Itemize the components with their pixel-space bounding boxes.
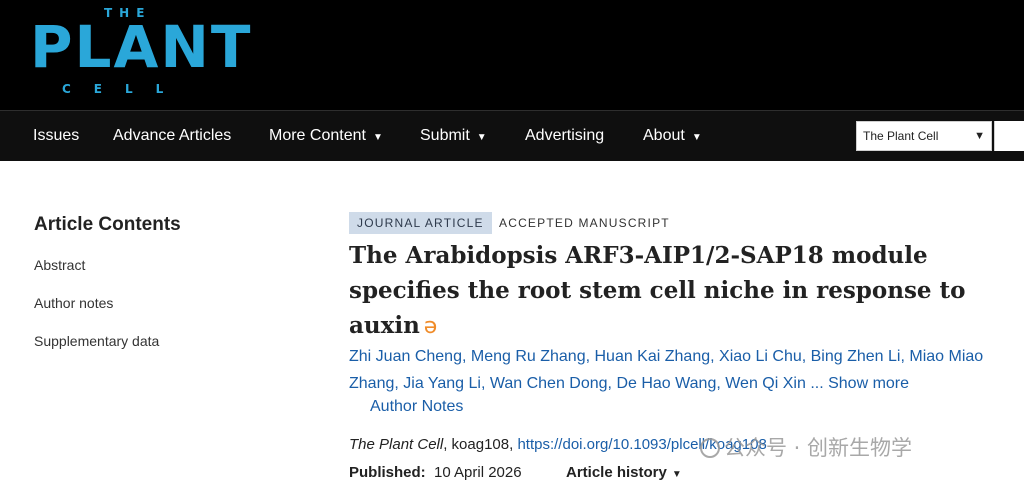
nav-issues[interactable]: Issues: [33, 111, 79, 161]
journal-select-value: The Plant Cell: [863, 129, 939, 143]
author-link[interactable]: Meng Ru Zhang: [471, 348, 586, 365]
watermark-overlay: 公众号 · 创新生物学: [700, 432, 912, 462]
watermark-text: 公众号 · 创新生物学: [724, 436, 913, 460]
article-history-toggle[interactable]: Article history ▼: [566, 464, 682, 481]
author-link[interactable]: De Hao Wang: [616, 375, 716, 392]
author-link[interactable]: Wen Qi Xin: [725, 375, 806, 392]
caret-down-icon: ▼: [476, 132, 487, 143]
search-input[interactable]: [994, 121, 1024, 151]
nav-advertising-label: Advertising: [525, 127, 605, 144]
main-nav: Issues Advance Articles More Content ▼ Su…: [0, 110, 1024, 161]
nav-submit[interactable]: Submit ▼: [420, 111, 487, 161]
nav-advance-articles-label: Advance Articles: [113, 127, 232, 144]
published-date: 10 April 2026: [434, 464, 522, 481]
nav-issues-label: Issues: [33, 127, 80, 144]
author-link[interactable]: Zhi Juan Cheng: [349, 348, 462, 365]
sidebar-item-author-notes[interactable]: Author notes: [34, 295, 113, 311]
sidebar-item-abstract[interactable]: Abstract: [34, 257, 85, 273]
journal-select[interactable]: The Plant Cell ▼: [856, 121, 992, 151]
author-link[interactable]: Wan Chen Dong: [490, 375, 608, 392]
logo-plant: PLANT: [30, 13, 253, 81]
author-link[interactable]: Xiao Li Chu: [719, 348, 802, 365]
article-title-text: The Arabidopsis ARF3-AIP1/2-SAP18 module…: [349, 242, 966, 339]
plant-cell-logo[interactable]: THE PLANT CELL: [30, 4, 250, 104]
nav-advertising[interactable]: Advertising: [525, 111, 604, 161]
citation-journal: The Plant Cell: [349, 436, 444, 453]
wechat-icon: [700, 438, 720, 458]
nav-about[interactable]: About ▼: [643, 111, 702, 161]
published-label: Published:: [349, 464, 426, 481]
author-notes-link[interactable]: Author Notes: [370, 398, 463, 416]
site-header: THE PLANT CELL: [0, 0, 1024, 110]
show-more-link[interactable]: Show more: [828, 375, 909, 392]
sidebar-item-supplementary-data[interactable]: Supplementary data: [34, 333, 159, 349]
article-type-badge: JOURNAL ARTICLE: [349, 212, 492, 234]
caret-down-icon: ▼: [372, 132, 383, 143]
manuscript-status: ACCEPTED MANUSCRIPT: [499, 216, 670, 230]
open-access-icon: ə: [423, 314, 438, 339]
author-ellipsis: ...: [810, 375, 824, 392]
caret-down-icon: ▼: [671, 469, 682, 480]
logo-cell: CELL: [62, 82, 187, 96]
citation-article-id: , koag108,: [443, 436, 518, 453]
article-history-label: Article history: [566, 464, 667, 481]
author-link[interactable]: Jia Yang Li: [403, 375, 481, 392]
select-arrow-icon: ▼: [974, 130, 985, 142]
nav-about-label: About: [643, 127, 685, 144]
article-title: The Arabidopsis ARF3-AIP1/2-SAP18 module…: [349, 238, 969, 344]
nav-more-content[interactable]: More Content ▼: [269, 111, 383, 161]
article-contents-heading: Article Contents: [34, 214, 181, 235]
author-list: Zhi Juan Cheng, Meng Ru Zhang, Huan Kai …: [349, 348, 984, 392]
author-link[interactable]: Huan Kai Zhang: [594, 348, 710, 365]
nav-advance-articles[interactable]: Advance Articles: [113, 111, 231, 161]
nav-submit-label: Submit: [420, 127, 470, 144]
author-link[interactable]: Bing Zhen Li: [811, 348, 901, 365]
nav-more-content-label: More Content: [269, 127, 366, 144]
published-line: Published: 10 April 2026: [349, 464, 522, 481]
caret-down-icon: ▼: [691, 132, 702, 143]
